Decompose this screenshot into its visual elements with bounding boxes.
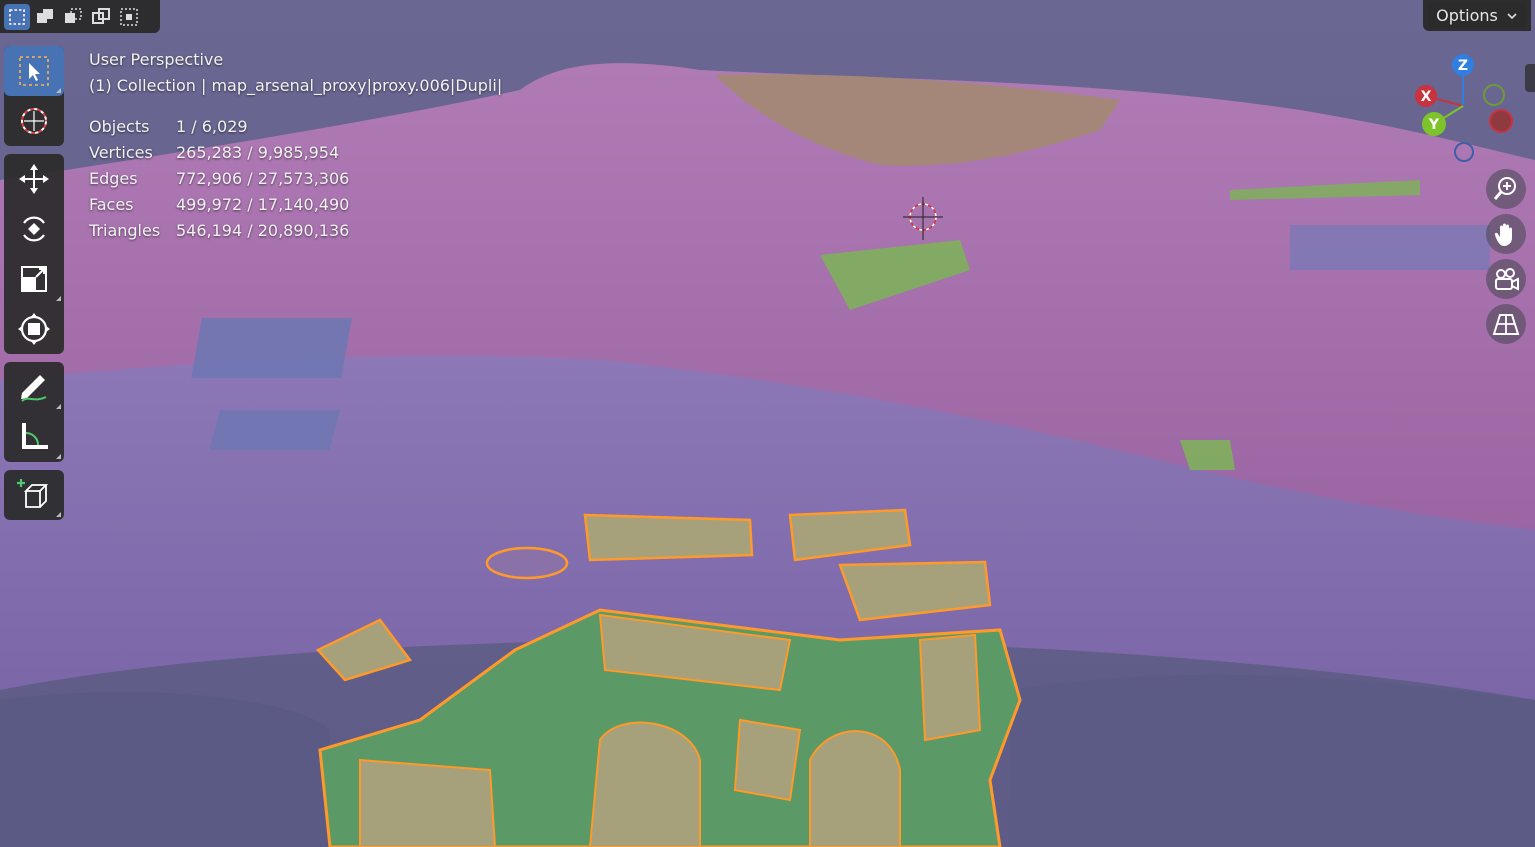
stat-label: Objects bbox=[89, 117, 150, 136]
select-new-icon[interactable] bbox=[4, 3, 30, 30]
pan-hand-icon[interactable] bbox=[1486, 214, 1526, 254]
stat-value: 772,906 / 27,573,306 bbox=[176, 169, 350, 188]
gizmo-y-label: Y bbox=[1428, 117, 1440, 133]
select-subtract-icon[interactable] bbox=[60, 4, 86, 30]
select-intersect-icon[interactable] bbox=[116, 4, 142, 30]
cursor-icon[interactable] bbox=[4, 96, 64, 146]
stat-value: 265,283 / 9,985,954 bbox=[176, 143, 340, 162]
scale-icon[interactable] bbox=[4, 254, 64, 304]
camera-icon[interactable] bbox=[1486, 259, 1526, 299]
stat-value: 499,972 / 17,140,490 bbox=[176, 195, 350, 214]
select-extend-icon[interactable] bbox=[32, 4, 58, 30]
stat-label: Faces bbox=[89, 195, 134, 214]
chevron-down-icon bbox=[1506, 6, 1518, 25]
selection-mode-buttons bbox=[0, 0, 160, 33]
gizmo-z-label: Z bbox=[1458, 58, 1468, 74]
options-label: Options bbox=[1436, 6, 1498, 25]
stat-label: Vertices bbox=[89, 143, 153, 162]
move-icon[interactable] bbox=[4, 154, 64, 204]
options-button[interactable]: Options bbox=[1428, 3, 1526, 28]
options-menu: Options bbox=[1423, 0, 1531, 31]
stat-row-vertices: Vertices 265,283 / 9,985,954 bbox=[89, 140, 349, 166]
select-invert-icon[interactable] bbox=[88, 4, 114, 30]
tool-shelf bbox=[4, 46, 64, 528]
transform-icon[interactable] bbox=[4, 304, 64, 354]
stat-label: Triangles bbox=[89, 221, 161, 240]
annotate-tool-group bbox=[4, 362, 64, 462]
sidebar-toggle[interactable] bbox=[1525, 64, 1535, 92]
transform-tool-group bbox=[4, 154, 64, 354]
perspective-grid-icon[interactable] bbox=[1486, 304, 1526, 344]
view-name: User Perspective bbox=[89, 50, 224, 69]
zoom-icon[interactable] bbox=[1486, 169, 1526, 209]
stat-row-faces: Faces 499,972 / 17,140,490 bbox=[89, 192, 349, 218]
stat-label: Edges bbox=[89, 169, 138, 188]
add-tool-group bbox=[4, 470, 64, 520]
add-cube-icon[interactable] bbox=[4, 470, 64, 520]
select-tool-group bbox=[4, 46, 64, 146]
stat-value: 546,194 / 20,890,136 bbox=[176, 221, 350, 240]
stat-row-edges: Edges 772,906 / 27,573,306 bbox=[89, 166, 349, 192]
select-box-icon[interactable] bbox=[4, 46, 64, 96]
measure-icon[interactable] bbox=[4, 412, 64, 462]
stat-row-triangles: Triangles 546,194 / 20,890,136 bbox=[89, 218, 349, 244]
collection-path: (1) Collection | map_arsenal_proxy|proxy… bbox=[89, 76, 503, 95]
stat-value: 1 / 6,029 bbox=[176, 117, 248, 136]
stat-row-objects: Objects 1 / 6,029 bbox=[89, 114, 349, 140]
viewport-info: User Perspective (1) Collection | map_ar… bbox=[89, 47, 502, 99]
rotate-icon[interactable] bbox=[4, 204, 64, 254]
scene-statistics: Objects 1 / 6,029 Vertices 265,283 / 9,9… bbox=[89, 114, 349, 244]
annotate-icon[interactable] bbox=[4, 362, 64, 412]
gizmo-x-label: X bbox=[1421, 89, 1432, 105]
navigation-gizmo[interactable]: Z X Y bbox=[1410, 48, 1520, 168]
